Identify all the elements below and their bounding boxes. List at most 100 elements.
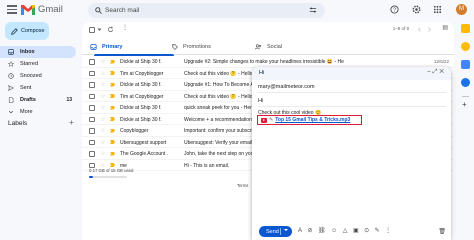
send-button[interactable]: Send (259, 226, 292, 237)
next-page-icon[interactable] (427, 27, 432, 32)
sidebar-item-drafts[interactable]: Drafts 13 (0, 94, 78, 106)
main-menu-icon[interactable] (7, 5, 17, 14)
help-icon[interactable]: ? (390, 5, 399, 14)
input-tools-icon[interactable]: ▤ (442, 24, 448, 31)
star-icon[interactable]: ☆ (100, 150, 105, 157)
calendar-icon[interactable] (461, 24, 470, 33)
tab-social[interactable]: Social (255, 39, 282, 55)
compose-title: Hi (259, 70, 265, 76)
sidebar-item-label: Inbox (20, 49, 35, 55)
drive-icon[interactable]: △ (343, 228, 348, 235)
tab-primary[interactable]: Primary (90, 39, 174, 56)
search-placeholder[interactable]: Search mail (105, 7, 139, 14)
refresh-icon[interactable] (107, 26, 114, 33)
add-addon-icon[interactable]: + (462, 100, 467, 109)
compose-window-controls[interactable]: –⤢✕ (427, 69, 446, 76)
photo-icon[interactable]: ▣ (353, 228, 359, 235)
search-icon[interactable] (95, 7, 102, 14)
side-panel: + (457, 22, 474, 240)
compose-header[interactable]: Hi –⤢✕ (252, 67, 451, 80)
settings-gear-icon[interactable] (412, 5, 421, 14)
category-tabs: Primary Promotions Social (82, 39, 454, 56)
drafts-count: 13 (66, 97, 72, 103)
important-marker-icon[interactable] (110, 163, 115, 167)
email-sender: Dickie at Ship 30 f. (120, 82, 162, 88)
row-checkbox[interactable] (89, 105, 95, 111)
search-bar[interactable]: Search mail (88, 3, 325, 18)
row-checkbox[interactable] (89, 93, 95, 99)
tab-promotions[interactable]: Promotions (172, 39, 211, 55)
star-icon[interactable]: ☆ (100, 93, 105, 100)
row-checkbox[interactable] (89, 139, 95, 145)
gmail-m-icon (21, 5, 35, 15)
tag-icon (172, 44, 178, 50)
send-label: Send (266, 228, 279, 235)
insert-link-icon[interactable]: ⛓ (318, 228, 326, 235)
attachment-link-highlight[interactable]: ✎ Top 15 Gmail Tips & Tricks.mp3 (257, 115, 362, 125)
prev-page-icon[interactable] (417, 27, 422, 32)
gmail-logo[interactable]: Gmail (21, 4, 63, 15)
list-toolbar: ⋮ 1–9 of 9 ▤ (82, 22, 454, 36)
important-marker-icon[interactable] (110, 105, 115, 110)
add-label-icon[interactable]: + (69, 118, 74, 127)
email-sender: The Google Account . (120, 151, 169, 157)
row-checkbox[interactable] (89, 128, 95, 134)
row-checkbox[interactable] (89, 59, 95, 65)
row-checkbox[interactable] (89, 151, 95, 157)
draft-icon (8, 97, 14, 103)
important-marker-icon[interactable] (110, 94, 115, 98)
important-marker-icon[interactable] (110, 59, 115, 64)
contacts-icon[interactable] (461, 78, 470, 87)
sidebar-item-snoozed[interactable]: Snoozed (0, 70, 78, 82)
send-options-icon[interactable] (284, 229, 288, 231)
important-marker-icon[interactable] (110, 71, 115, 75)
formatting-icon[interactable]: A (298, 228, 302, 235)
email-row[interactable]: ☆ Dickie at Ship 30 f. Upgrade #2: Simple … (82, 56, 454, 68)
to-field[interactable]: mary@mailmeteor.com (258, 80, 446, 93)
star-icon[interactable]: ☆ (100, 70, 105, 77)
tasks-icon[interactable] (461, 60, 470, 69)
subject-field[interactable]: Hi (258, 94, 446, 107)
emoji-icon[interactable]: ☺ (331, 228, 337, 235)
email-subject: Upgrade #2: Simple changes to make your … (184, 59, 344, 65)
important-marker-icon[interactable] (110, 140, 115, 144)
select-all-checkbox[interactable] (89, 27, 95, 33)
attach-icon[interactable]: ⊘ (308, 228, 313, 235)
important-marker-icon[interactable] (110, 128, 115, 133)
star-icon[interactable]: ☆ (100, 139, 105, 146)
sidebar-item-sent[interactable]: Sent (0, 82, 78, 94)
more-options-icon[interactable]: ⋮ (122, 24, 128, 31)
terms-link[interactable]: Terms (237, 183, 248, 188)
row-checkbox[interactable] (89, 116, 95, 122)
row-checkbox[interactable] (89, 82, 95, 88)
more-options-icon[interactable]: ⋮ (385, 228, 391, 235)
important-marker-icon[interactable] (110, 82, 115, 87)
email-sender: Dickie at Ship 30 f. (120, 105, 162, 111)
star-icon[interactable]: ☆ (100, 116, 105, 123)
discard-draft-icon[interactable]: 🗑 (438, 228, 446, 235)
star-icon[interactable]: ☆ (100, 81, 105, 88)
apps-grid-icon[interactable] (433, 5, 442, 14)
account-avatar[interactable]: M (456, 4, 467, 15)
email-sender: Dickie at Ship 30 f. (120, 116, 162, 123)
sidebar-item-inbox[interactable]: Inbox (0, 46, 76, 58)
sidebar-item-starred[interactable]: Starred (0, 58, 78, 70)
row-checkbox[interactable] (89, 70, 95, 76)
sidebar-item-more[interactable]: More (0, 106, 78, 118)
attachment-link[interactable]: Top 15 Gmail Tips & Tricks.mp3 (275, 117, 350, 123)
pagination-text: 1–9 of 9 (392, 26, 409, 31)
sidebar-item-label: More (20, 109, 33, 115)
signature-icon[interactable]: ✎ (375, 228, 380, 235)
select-dropdown-icon[interactable] (97, 28, 102, 32)
star-icon[interactable]: ☆ (100, 58, 105, 65)
inbox-tab-icon (90, 44, 97, 50)
compose-button[interactable]: Compose (5, 22, 49, 40)
confidential-icon[interactable]: ⊙ (364, 228, 369, 235)
important-marker-icon[interactable] (110, 151, 115, 156)
email-date: 12/5/22 (433, 59, 449, 64)
keep-icon[interactable] (461, 42, 470, 51)
star-icon[interactable]: ☆ (100, 127, 105, 134)
star-icon[interactable]: ☆ (100, 104, 105, 111)
search-options-icon[interactable] (309, 6, 317, 14)
important-marker-icon[interactable] (110, 117, 115, 121)
